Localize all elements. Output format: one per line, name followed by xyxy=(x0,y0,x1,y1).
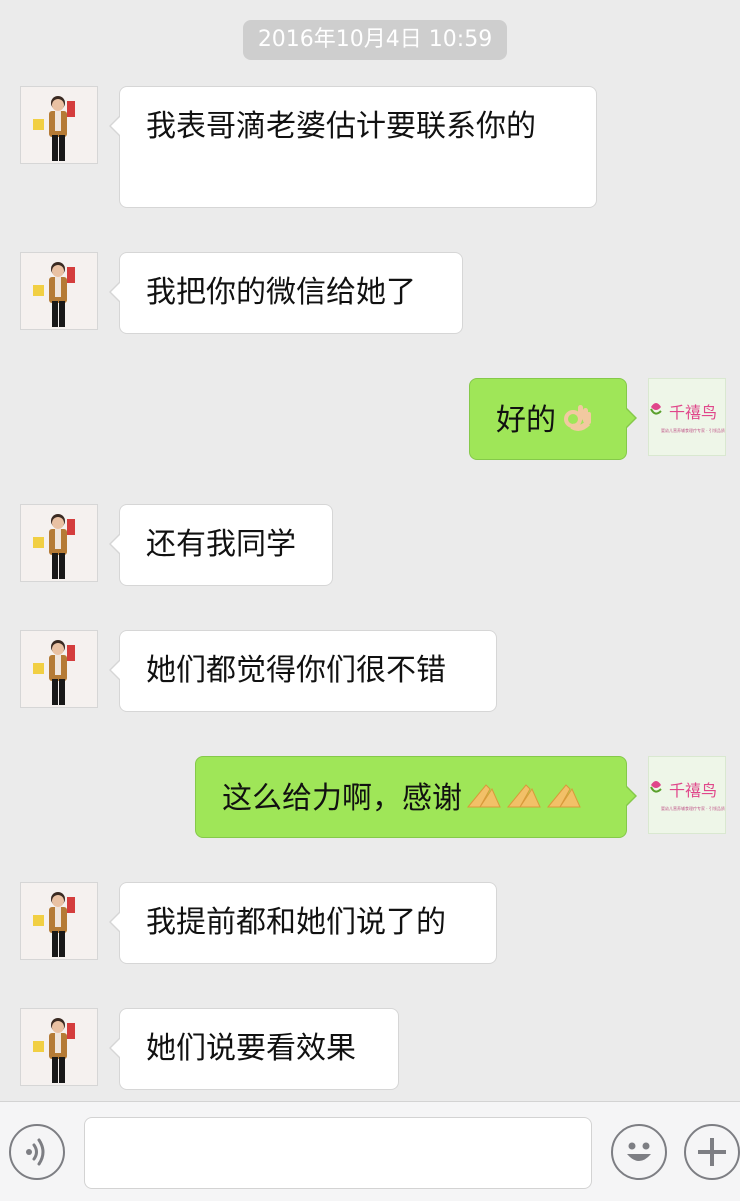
message-bubble-self[interactable]: 好的 xyxy=(469,378,637,460)
message-text: 这么给力啊，感谢 xyxy=(222,781,462,816)
brand-tagline: 婴幼儿营养辅食理疗专家 · 引领品质 xyxy=(661,427,725,433)
ok-hand-emoji-icon xyxy=(560,399,594,444)
brand-tagline: 婴幼儿营养辅食理疗专家 · 引领品质 xyxy=(661,805,725,811)
person-photo-icon xyxy=(21,253,97,329)
person-photo-icon xyxy=(21,883,97,959)
timestamp: 2016年10月4日 10:59 xyxy=(243,20,507,60)
message-text: 还有我同学 xyxy=(146,527,296,562)
contact-avatar[interactable] xyxy=(20,630,98,708)
message-bubble[interactable]: 我提前都和她们说了的 xyxy=(109,882,497,964)
emoji-icon xyxy=(627,1142,651,1161)
message-bubble[interactable]: 我表哥滴老婆估计要联系你的 xyxy=(109,86,597,208)
message-text: 我提前都和她们说了的 xyxy=(146,905,446,940)
message-bubble-self[interactable]: 这么给力啊，感谢 xyxy=(195,756,637,838)
person-photo-icon xyxy=(21,1009,97,1085)
person-photo-icon xyxy=(21,631,97,707)
contact-avatar[interactable] xyxy=(20,86,98,164)
contact-avatar[interactable] xyxy=(20,252,98,330)
voice-icon xyxy=(26,1138,45,1166)
message-text: 她们都觉得你们很不错 xyxy=(146,653,446,688)
input-toolbar xyxy=(0,1101,740,1201)
brand-name: 千禧鸟 xyxy=(669,781,717,800)
contact-avatar[interactable] xyxy=(20,882,98,960)
plus-icon xyxy=(698,1138,726,1166)
message-text: 好的 xyxy=(496,403,556,438)
message-input[interactable] xyxy=(84,1117,592,1189)
person-photo-icon xyxy=(21,87,97,163)
voice-button[interactable] xyxy=(9,1124,65,1180)
brand-name: 千禧鸟 xyxy=(669,403,717,422)
brand-logo-icon: 千禧鸟 婴幼儿营养辅食理疗专家 · 引领品质 xyxy=(649,757,725,833)
message-text: 我把你的微信给她了 xyxy=(146,275,416,310)
self-avatar[interactable]: 千禧鸟 婴幼儿营养辅食理疗专家 · 引领品质 xyxy=(648,378,726,456)
praying-hands-emoji-icon xyxy=(466,777,584,822)
person-photo-icon xyxy=(21,505,97,581)
contact-avatar[interactable] xyxy=(20,504,98,582)
message-bubble[interactable]: 她们说要看效果 xyxy=(109,1008,399,1090)
message-bubble[interactable]: 还有我同学 xyxy=(109,504,333,586)
brand-logo-icon: 千禧鸟 婴幼儿营养辅食理疗专家 · 引领品质 xyxy=(649,379,725,455)
emoji-button[interactable] xyxy=(611,1124,667,1180)
message-bubble[interactable]: 我把你的微信给她了 xyxy=(109,252,463,334)
message-text: 她们说要看效果 xyxy=(146,1031,356,1066)
plus-button[interactable] xyxy=(684,1124,740,1180)
message-bubble[interactable]: 她们都觉得你们很不错 xyxy=(109,630,497,712)
message-text: 我表哥滴老婆估计要联系你的 xyxy=(146,109,536,144)
self-avatar[interactable]: 千禧鸟 婴幼儿营养辅食理疗专家 · 引领品质 xyxy=(648,756,726,834)
contact-avatar[interactable] xyxy=(20,1008,98,1086)
